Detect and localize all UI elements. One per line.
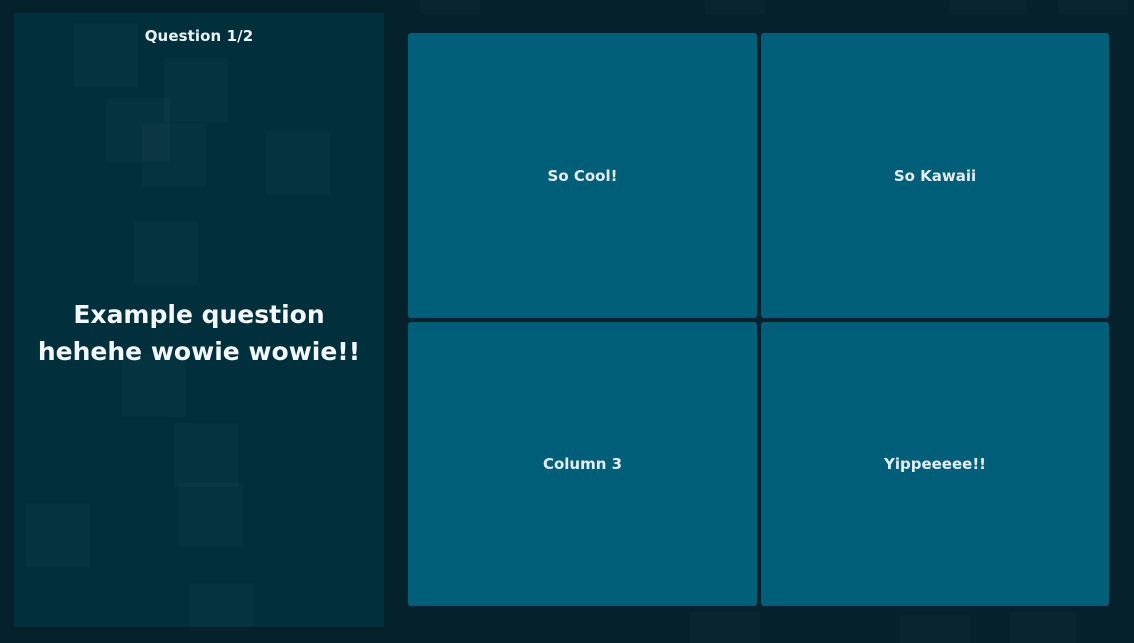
panel-decor-tile (266, 131, 330, 195)
panel-decor-tile (189, 583, 253, 627)
question-panel: Question 1/2 Example question hehehe wow… (14, 13, 384, 627)
background-tile (420, 0, 480, 14)
panel-decor-tile (164, 58, 228, 122)
background-tile (705, 0, 765, 14)
answer-label: Column 3 (542, 455, 623, 473)
question-text: Example question hehehe wowie wowie!! (37, 300, 361, 366)
answer-option-3[interactable]: Column 3 (408, 322, 757, 606)
background-tile (1058, 0, 1128, 14)
panel-decor-tile (174, 423, 238, 487)
panel-decor-tile (134, 221, 198, 285)
answer-option-4[interactable]: Yippeeeee!! (761, 322, 1109, 606)
answer-option-1[interactable]: So Cool! (408, 33, 757, 318)
question-counter: Question 1/2 (144, 27, 254, 45)
answer-label: Yippeeeee!! (883, 455, 987, 473)
answer-option-2[interactable]: So Kawaii (761, 33, 1109, 318)
panel-decor-tile (26, 503, 90, 567)
answer-label: So Cool! (547, 166, 618, 185)
background-tile (950, 0, 1026, 14)
background-tile (900, 615, 970, 643)
answer-label: So Kawaii (893, 166, 977, 185)
background-tile (690, 612, 760, 643)
panel-decor-tile (106, 98, 170, 162)
background-tile (1010, 612, 1076, 643)
answers-grid: So Cool! So Kawaii Column 3 Yippeeeee!! (408, 33, 1109, 606)
panel-decor-tile (142, 123, 206, 187)
panel-decor-tile (179, 483, 243, 547)
